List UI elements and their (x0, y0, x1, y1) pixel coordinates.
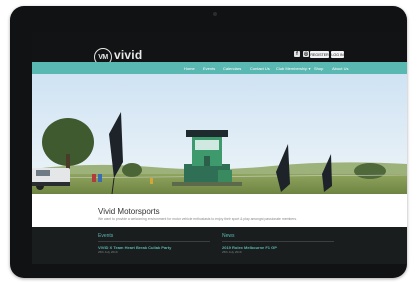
nav-item-membership[interactable]: Club Membership ▾ (276, 66, 310, 71)
facebook-icon[interactable]: f (294, 51, 300, 57)
events-divider (98, 241, 210, 242)
nav-item-contact[interactable]: Contact Us (250, 66, 270, 71)
page-title: Vivid Motorsports (98, 207, 160, 216)
events-news-section: Events VIVID X Team Heart Break Cullak P… (32, 227, 407, 264)
site-header: VM vivid motorsports f ◎ REGISTER LOG IN (32, 32, 407, 66)
news-item-date: 25th July 2019 (222, 250, 242, 254)
instagram-icon[interactable]: ◎ (303, 51, 309, 57)
news-heading: News (222, 233, 235, 239)
social-links: f ◎ (294, 51, 309, 57)
register-button[interactable]: REGISTER (310, 51, 329, 58)
main-nav: Home Events Calendars Contact Us Club Me… (32, 62, 407, 74)
nav-item-about[interactable]: About Us (332, 66, 348, 71)
login-button[interactable]: LOG IN (331, 51, 344, 58)
page-description: We want to provide a welcoming environme… (98, 217, 297, 221)
nav-item-calendars[interactable]: Calendars (223, 66, 241, 71)
event-item-date: 25th July 2019 (98, 250, 118, 254)
events-heading: Events (98, 233, 114, 239)
nav-item-events[interactable]: Events (203, 66, 215, 71)
hero-image (32, 74, 407, 194)
news-divider (222, 241, 334, 242)
nav-item-shop[interactable]: Shop (314, 66, 323, 71)
nav-item-home[interactable]: Home (184, 66, 195, 71)
tablet-device: VM vivid motorsports f ◎ REGISTER LOG IN… (10, 6, 407, 278)
logo-main-text: vivid (114, 47, 143, 62)
camera-dot (213, 12, 217, 16)
website-screen: VM vivid motorsports f ◎ REGISTER LOG IN… (32, 32, 407, 264)
hero-racetrack-photo (32, 74, 407, 194)
